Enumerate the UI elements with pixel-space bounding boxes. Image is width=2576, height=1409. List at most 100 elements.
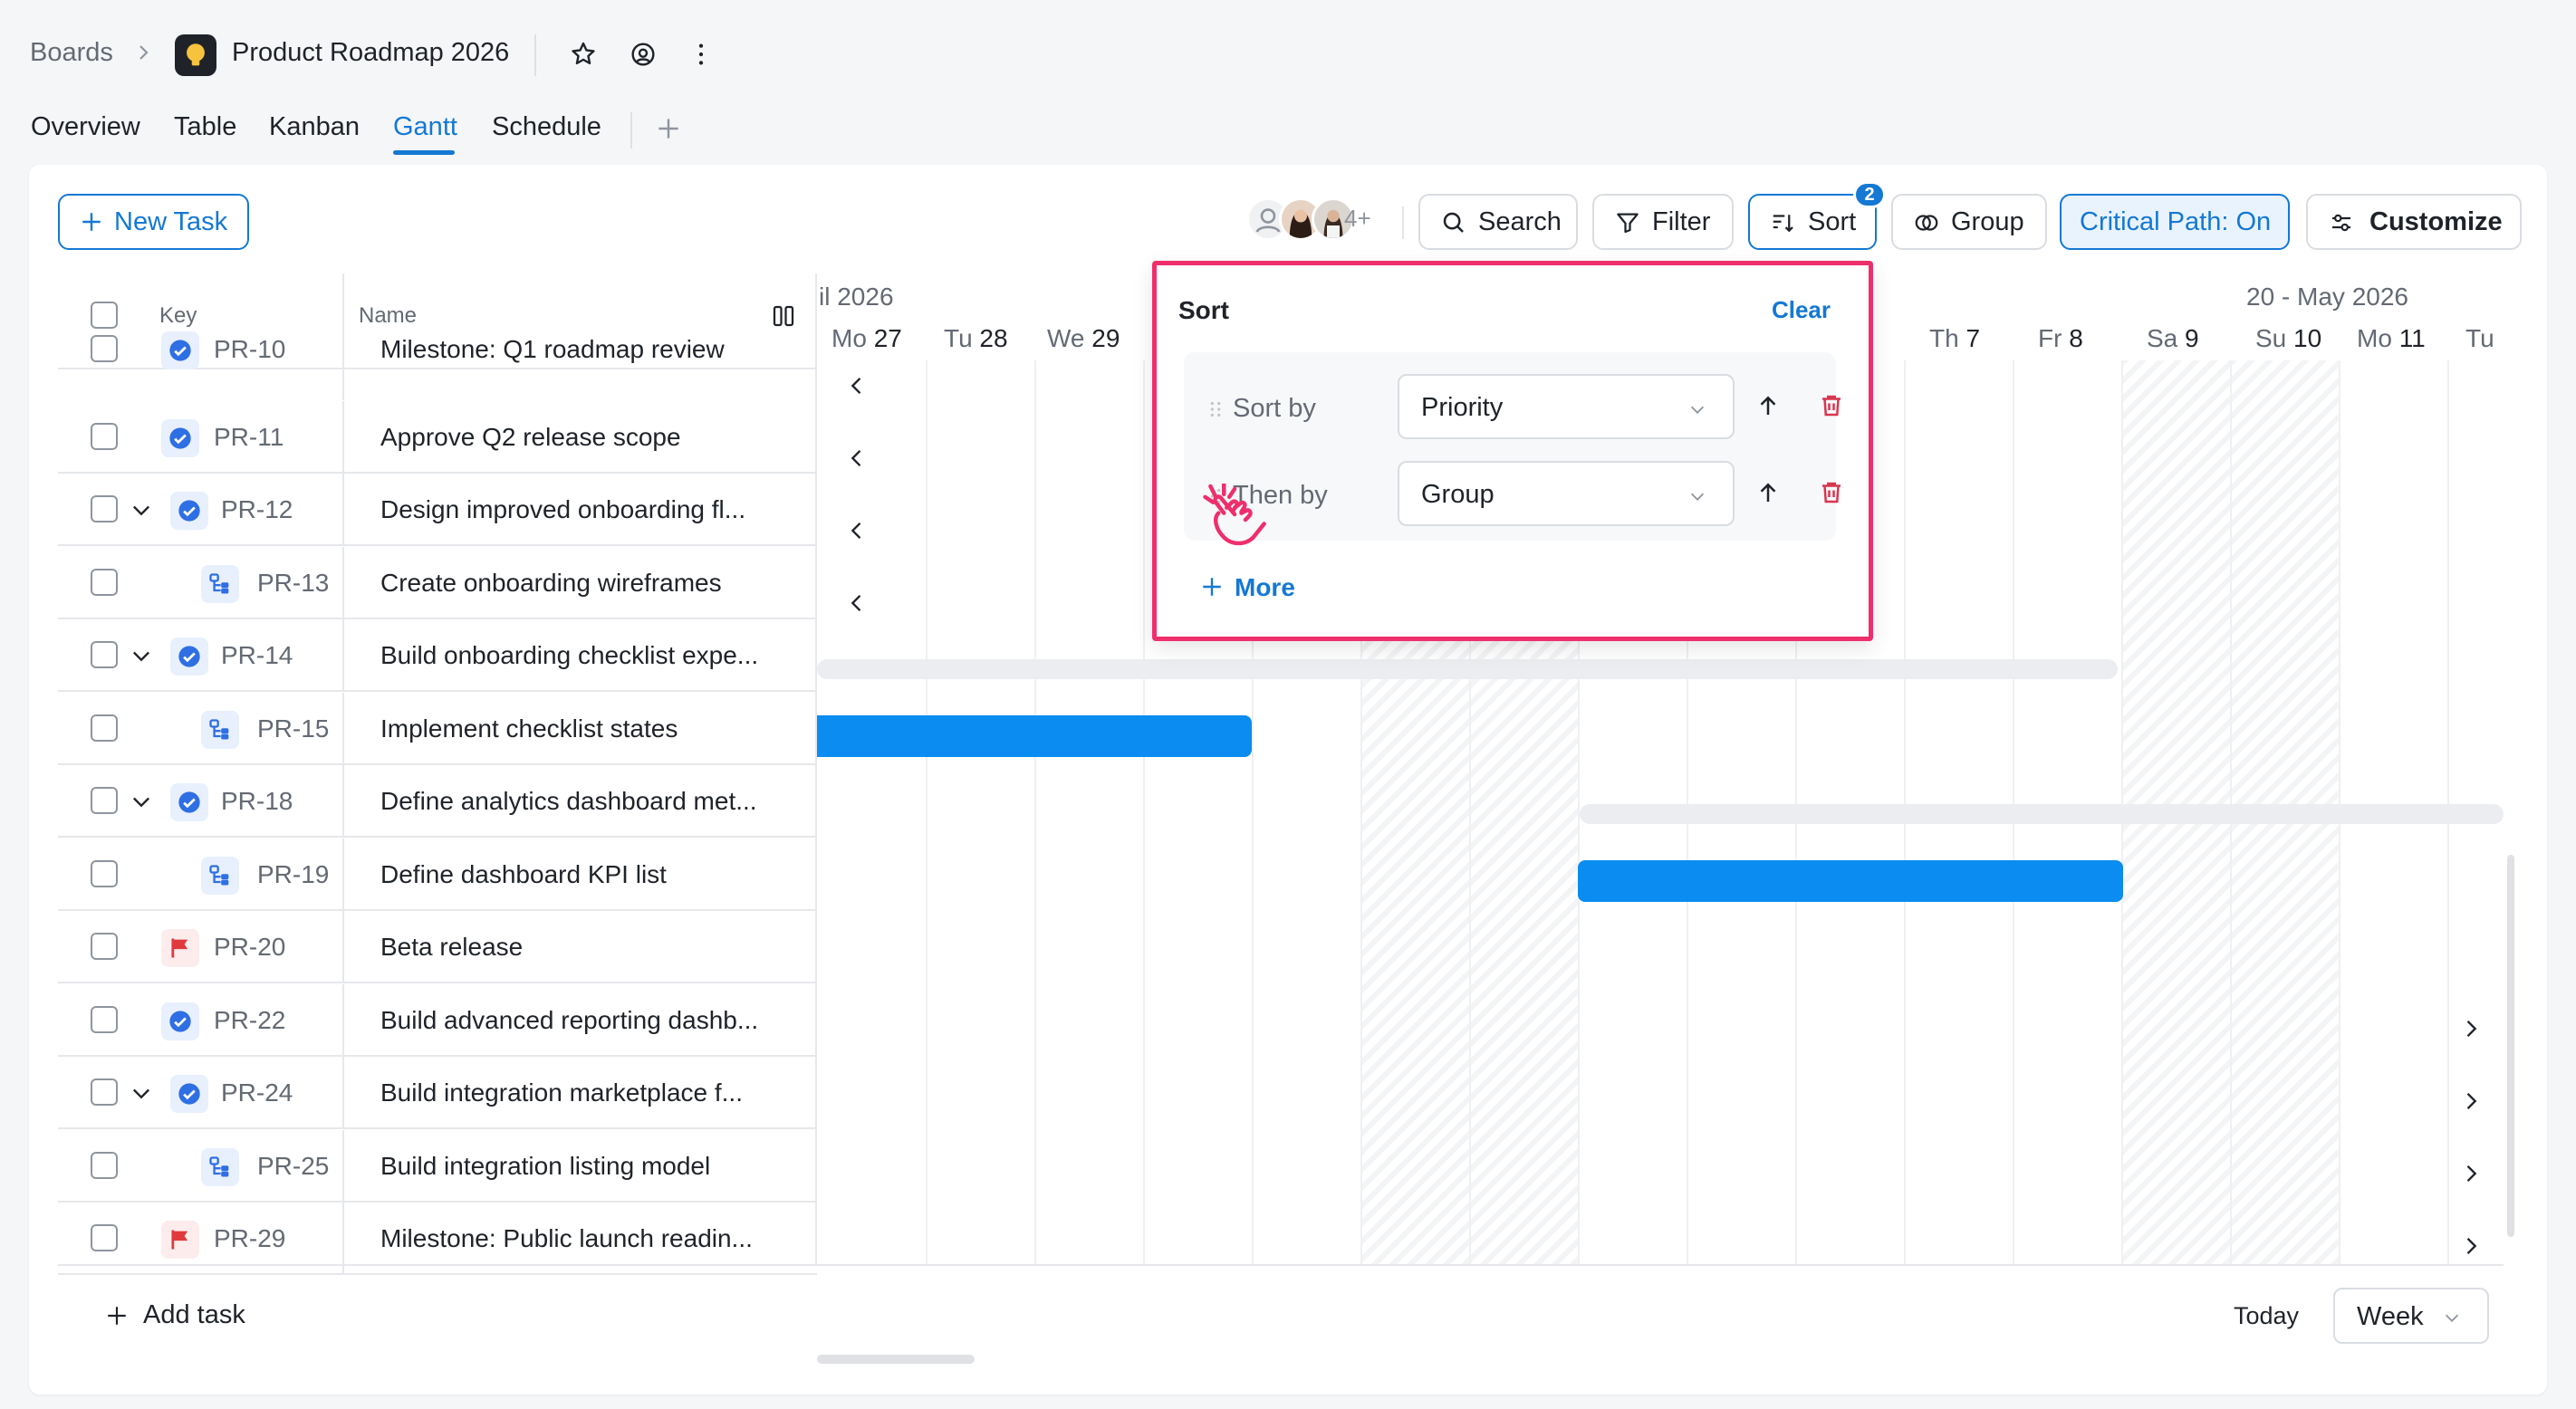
divider bbox=[342, 765, 344, 838]
row-checkbox[interactable] bbox=[91, 495, 118, 522]
task-name[interactable]: Define dashboard KPI list bbox=[380, 860, 667, 889]
select-all-checkbox[interactable] bbox=[91, 302, 118, 329]
scroll-to-task-left-icon[interactable] bbox=[844, 446, 870, 471]
vertical-scrollbar[interactable] bbox=[2507, 855, 2514, 1237]
today-button[interactable]: Today bbox=[2234, 1302, 2299, 1330]
divider bbox=[342, 983, 344, 1057]
chevron-down-icon[interactable] bbox=[129, 643, 154, 668]
task-name[interactable]: Approve Q2 release scope bbox=[380, 423, 681, 452]
table-row[interactable]: PR-24 Build integration marketplace f... bbox=[58, 1057, 817, 1129]
name-column-header[interactable]: Name bbox=[359, 303, 417, 329]
row-checkbox[interactable] bbox=[91, 859, 118, 887]
task-name[interactable]: Milestone: Public launch readin... bbox=[380, 1224, 753, 1253]
sort-rule-row: Then by Group bbox=[1184, 461, 1841, 533]
drag-handle-icon[interactable] bbox=[1206, 399, 1226, 419]
sort-ascending-icon[interactable] bbox=[1754, 392, 1782, 419]
task-name[interactable]: Define analytics dashboard met... bbox=[380, 787, 757, 816]
row-checkbox[interactable] bbox=[91, 1005, 118, 1033]
column-resize-icon[interactable] bbox=[770, 302, 797, 330]
scroll-to-task-left-icon[interactable] bbox=[844, 590, 870, 616]
add-task-button[interactable]: Add task bbox=[101, 1300, 245, 1330]
day-of-week: Su bbox=[2255, 324, 2287, 352]
divider bbox=[534, 34, 536, 76]
row-checkbox[interactable] bbox=[91, 1224, 118, 1251]
flag-icon bbox=[161, 1221, 199, 1259]
summary-bar[interactable] bbox=[1580, 804, 2504, 824]
sort-field-select[interactable]: Priority bbox=[1398, 374, 1735, 439]
table-row[interactable]: PR-14 Build onboarding checklist expe... bbox=[58, 619, 817, 692]
new-task-button[interactable]: New Task bbox=[58, 194, 249, 250]
task-name[interactable]: Build integration marketplace f... bbox=[380, 1078, 743, 1107]
scroll-to-task-right-icon[interactable] bbox=[2458, 1016, 2484, 1041]
tab-gantt[interactable]: Gantt bbox=[393, 112, 457, 142]
table-row[interactable]: PR-12 Design improved onboarding fl... bbox=[58, 474, 817, 546]
table-row[interactable]: PR-25 Build integration listing model bbox=[58, 1129, 817, 1203]
delete-icon[interactable] bbox=[1818, 392, 1845, 419]
task-name[interactable]: Create onboarding wireframes bbox=[380, 569, 722, 598]
scroll-to-task-left-icon[interactable] bbox=[844, 373, 870, 398]
add-view-icon[interactable] bbox=[654, 114, 683, 143]
row-checkbox[interactable] bbox=[91, 714, 118, 742]
subtask-icon bbox=[201, 564, 239, 603]
search-button[interactable]: Search bbox=[1418, 194, 1578, 250]
critical-path-toggle[interactable]: Critical Path: On bbox=[2060, 194, 2290, 250]
summary-bar[interactable] bbox=[817, 659, 2118, 679]
task-name[interactable]: Build onboarding checklist expe... bbox=[380, 641, 758, 670]
table-row[interactable]: PR-13 Create onboarding wireframes bbox=[58, 546, 817, 619]
tab-schedule[interactable]: Schedule bbox=[492, 112, 601, 142]
row-checkbox[interactable] bbox=[91, 1151, 118, 1179]
task-name[interactable]: Milestone: Q1 roadmap review bbox=[380, 335, 725, 364]
more-vertical-icon[interactable] bbox=[683, 36, 719, 72]
table-row[interactable]: PR-11 Approve Q2 release scope bbox=[58, 400, 817, 474]
plus-icon bbox=[82, 213, 101, 231]
row-checkbox[interactable] bbox=[91, 568, 118, 596]
row-checkbox[interactable] bbox=[91, 422, 118, 450]
plus-icon bbox=[1203, 578, 1221, 596]
tab-overview[interactable]: Overview bbox=[31, 112, 140, 142]
clear-sort-button[interactable]: Clear bbox=[1772, 296, 1831, 324]
scroll-to-task-right-icon[interactable] bbox=[2458, 1233, 2484, 1259]
row-checkbox[interactable] bbox=[91, 1078, 118, 1106]
breadcrumb-boards[interactable]: Boards bbox=[30, 38, 113, 68]
table-row[interactable]: PR-10 Milestone: Q1 roadmap review bbox=[58, 328, 817, 400]
task-name[interactable]: Beta release bbox=[380, 933, 523, 962]
chevron-down-icon[interactable] bbox=[129, 1080, 154, 1106]
scroll-to-task-right-icon[interactable] bbox=[2458, 1088, 2484, 1114]
table-row[interactable]: PR-15 Implement checklist states bbox=[58, 692, 817, 765]
watch-icon[interactable] bbox=[625, 36, 661, 72]
filter-button[interactable]: Filter bbox=[1592, 194, 1734, 250]
table-row[interactable]: PR-18 Define analytics dashboard met... bbox=[58, 765, 817, 838]
task-bar[interactable] bbox=[817, 715, 1252, 757]
tab-kanban[interactable]: Kanban bbox=[269, 112, 360, 142]
table-row[interactable]: PR-22 Build advanced reporting dashb... bbox=[58, 983, 817, 1057]
star-icon[interactable] bbox=[565, 36, 601, 72]
sort-ascending-icon[interactable] bbox=[1754, 479, 1782, 506]
day-label: Fr 8 bbox=[2038, 324, 2083, 353]
task-key: PR-12 bbox=[221, 495, 293, 523]
key-column-header[interactable]: Key bbox=[159, 303, 197, 329]
delete-icon[interactable] bbox=[1818, 479, 1845, 506]
tab-table[interactable]: Table bbox=[174, 112, 236, 142]
horizontal-scrollbar[interactable] bbox=[817, 1355, 975, 1364]
task-name[interactable]: Build integration listing model bbox=[380, 1152, 710, 1181]
task-name[interactable]: Build advanced reporting dashb... bbox=[380, 1006, 758, 1035]
group-button[interactable]: Group bbox=[1891, 194, 2047, 250]
chevron-down-icon[interactable] bbox=[129, 789, 154, 814]
task-name[interactable]: Implement checklist states bbox=[380, 714, 678, 743]
scroll-to-task-left-icon[interactable] bbox=[844, 518, 870, 543]
sort-field-select[interactable]: Group bbox=[1398, 461, 1735, 526]
task-name[interactable]: Design improved onboarding fl... bbox=[380, 495, 745, 524]
customize-button[interactable]: Customize bbox=[2306, 194, 2522, 250]
row-checkbox[interactable] bbox=[91, 641, 118, 668]
time-scale-select[interactable]: Week bbox=[2333, 1288, 2489, 1344]
sort-icon bbox=[1773, 215, 1793, 233]
table-row[interactable]: PR-20 Beta release bbox=[58, 911, 817, 983]
add-sort-rule-button[interactable]: More bbox=[1200, 573, 1295, 602]
scroll-to-task-right-icon[interactable] bbox=[2458, 1161, 2484, 1186]
row-checkbox[interactable] bbox=[91, 335, 118, 362]
row-checkbox[interactable] bbox=[91, 787, 118, 814]
task-bar[interactable] bbox=[1578, 860, 2123, 902]
row-checkbox[interactable] bbox=[91, 933, 118, 960]
chevron-down-icon[interactable] bbox=[129, 497, 154, 522]
table-row[interactable]: PR-19 Define dashboard KPI list bbox=[58, 838, 817, 911]
